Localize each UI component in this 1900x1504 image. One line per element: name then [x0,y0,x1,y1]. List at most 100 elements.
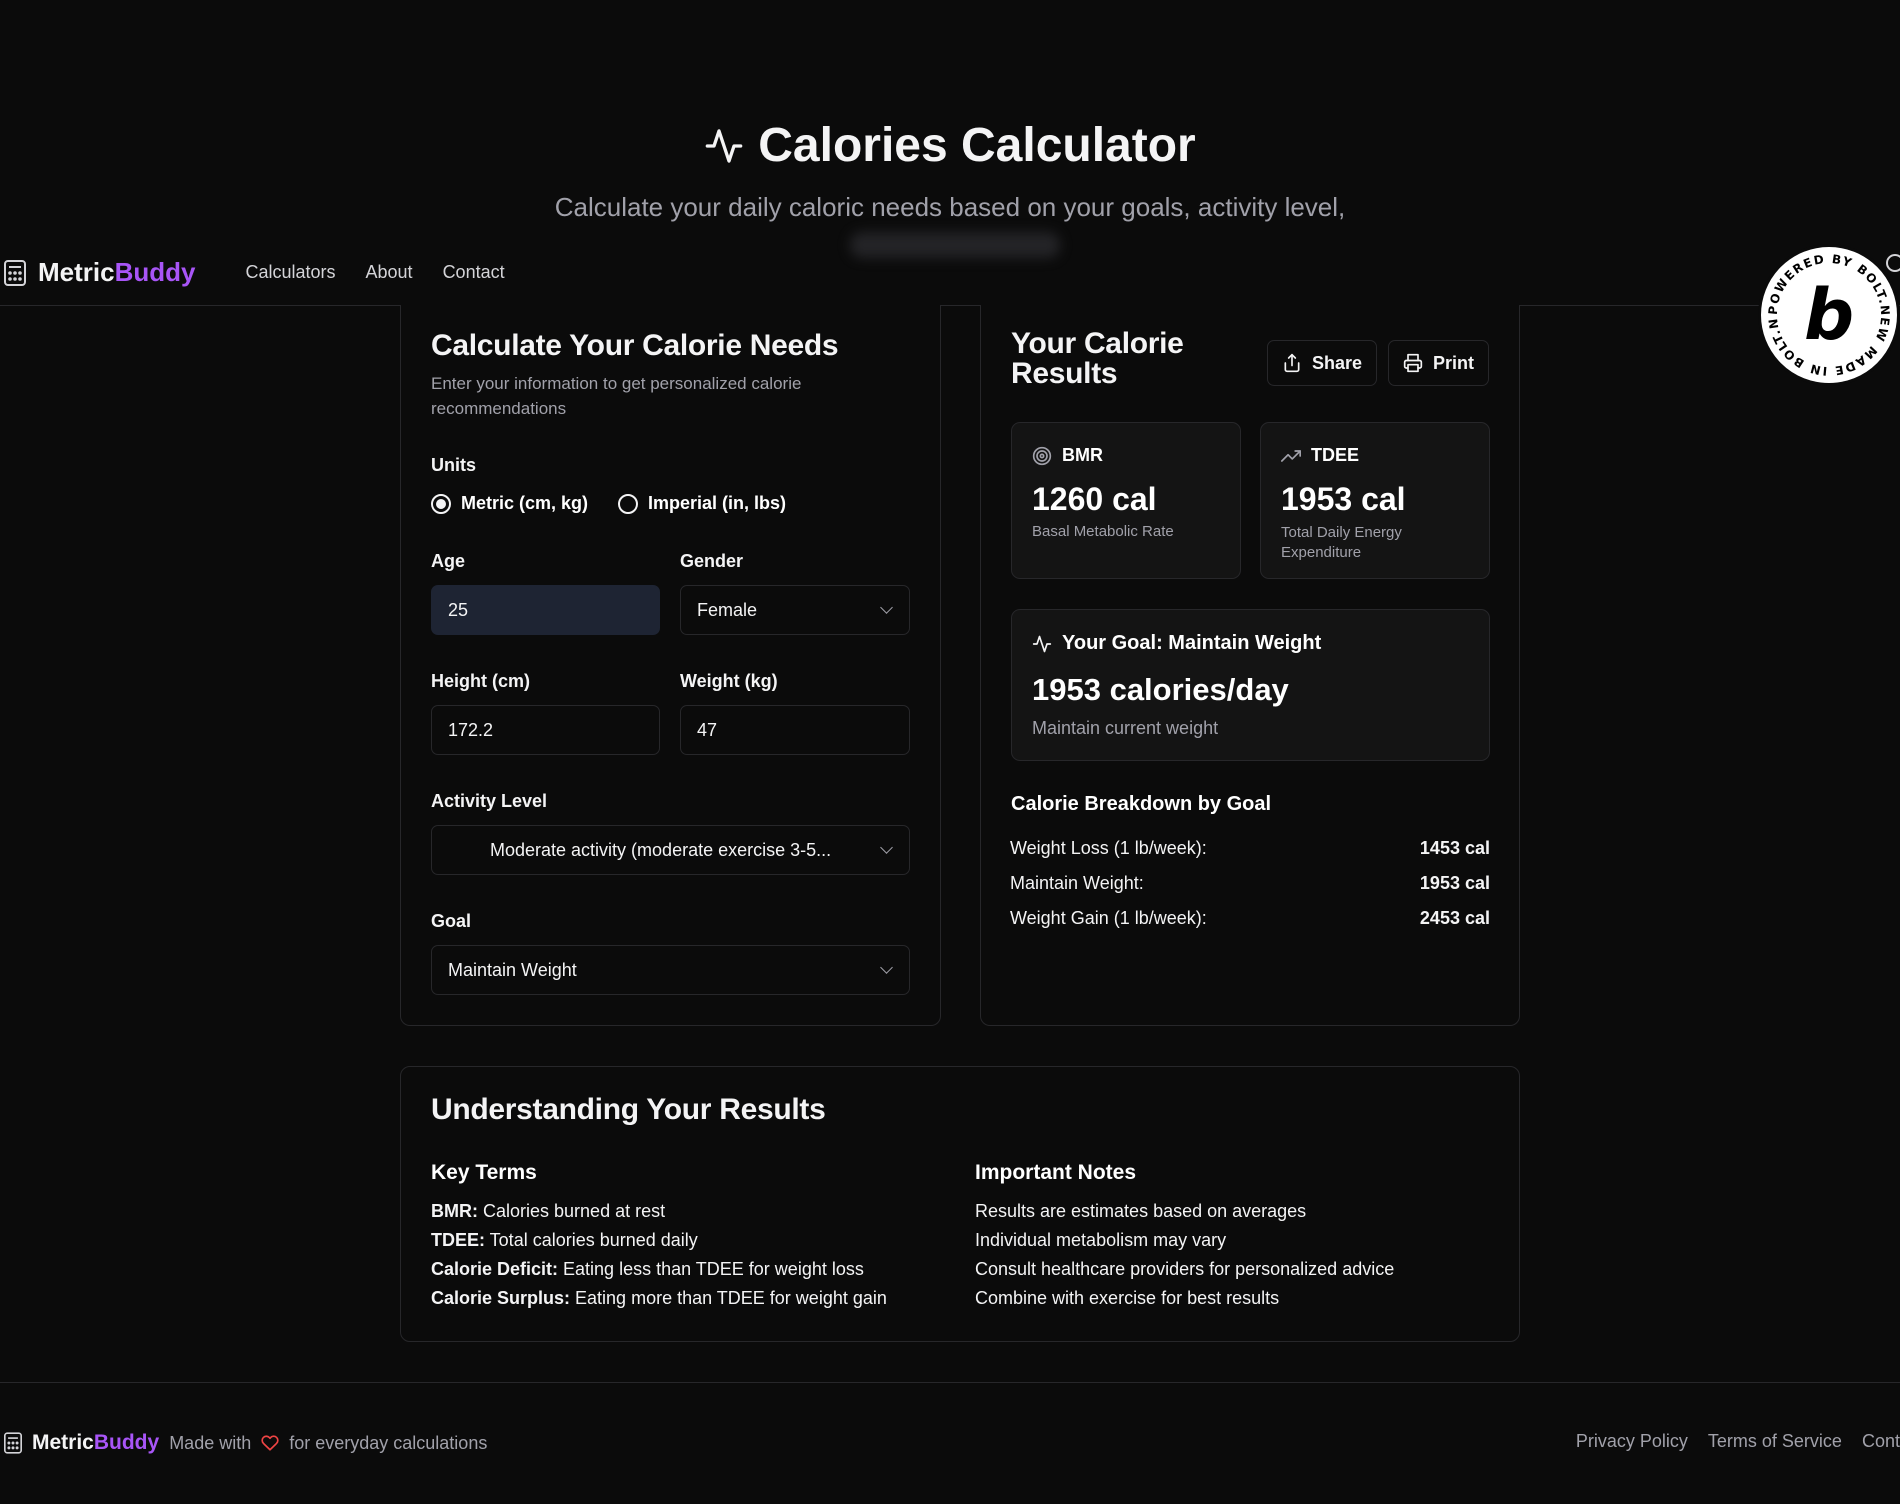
footer: MetricBuddy Made with for everyday calcu… [0,1382,1900,1504]
goal-label: Goal [431,911,472,931]
note-item: Individual metabolism may vary [975,1230,1227,1250]
results-title-line2: Results [1011,357,1118,390]
nav-links: Calculators About Contact [245,262,504,283]
footer-links: Privacy Policy Terms of Service Conta [1576,1431,1900,1452]
target-icon [1032,446,1052,465]
brand-name-part1: Metric [38,257,115,287]
page-title: Calories Calculator [0,118,1900,173]
key-terms-list: BMR: Calories burned at rest TDEE: Total… [431,1201,887,1317]
contact-link[interactable]: Conta [1862,1431,1900,1452]
brand-name-part2: Buddy [114,257,196,287]
footer-made-with: Made with [169,1432,252,1453]
breakdown-row-weight-gain: Weight Gain (1 lb/week): 2453 cal [1010,908,1490,929]
share-button[interactable]: Share [1267,340,1378,386]
key-term-definition: Eating less than TDEE for weight loss [558,1259,864,1279]
unit-imperial-option[interactable]: Imperial (in, lbs) [618,493,786,514]
share-icon [1284,353,1300,373]
key-term: Calorie Surplus: [431,1288,571,1308]
key-term-item: Calorie Surplus: Eating more than TDEE f… [431,1288,887,1309]
breakdown-row-maintain: Maintain Weight: 1953 cal [1010,873,1490,894]
goal-result-value: 1953 calories/day [1032,672,1289,707]
gender-select[interactable]: Female [680,585,910,635]
goal-select[interactable]: Maintain Weight [431,945,910,995]
key-term-definition: Calories burned at rest [478,1201,666,1221]
calculator-form-card: Calculate Your Calorie Needs Enter your … [400,305,941,1026]
page-title-text: Calories Calculator [758,119,1196,172]
height-label: Height (cm) [431,671,530,691]
calculator-icon [4,1432,22,1454]
nav-calculators[interactable]: Calculators [245,262,335,283]
breakdown-title: Calorie Breakdown by Goal [1011,793,1272,815]
height-value: 172.2 [448,719,494,740]
badge-text: POWERED BY BOLT.NEW MADE IN BOLT.NEW [1761,247,1891,378]
share-label: Share [1312,352,1363,373]
chevron-down-icon [880,841,893,854]
footer-brand-part2: Buddy [93,1431,160,1454]
results-title: Your Calorie Results [1011,329,1184,389]
key-term-definition: Eating more than TDEE for weight gain [570,1288,887,1308]
tdee-description-line1: Total Daily Energy [1281,524,1402,541]
important-notes-list: Results are estimates based on averages … [975,1201,1394,1317]
height-input[interactable]: 172.2 [431,705,660,755]
activity-level-label: Activity Level [431,791,548,811]
tdee-stat-box: TDEE 1953 cal Total Daily Energy Expendi… [1260,422,1490,579]
badge-ring-text: POWERED BY BOLT.NEW MADE IN BOLT.NEW [1761,247,1892,378]
breakdown-label: Maintain Weight: [1010,873,1144,893]
key-term: BMR: [431,1201,478,1221]
unit-imperial-radio[interactable] [618,493,639,514]
breakdown-value: 2453 cal [1419,908,1490,928]
weight-label: Weight (kg) [680,671,778,691]
activity-level-select[interactable]: Moderate activity (moderate exercise 3-5… [431,825,910,875]
svg-text:POWERED BY BOLT.NEW MADE IN BO: POWERED BY BOLT.NEW MADE IN BOLT.NEW [1761,247,1892,378]
age-label: Age [431,551,466,571]
activity-level-value: Moderate activity (moderate exercise 3-5… [490,839,832,860]
bmr-value: 1260 cal [1032,481,1157,517]
goal-result-label: Your Goal: Maintain Weight [1062,632,1322,654]
key-term: TDEE: [431,1230,485,1250]
top-navigation: MetricBuddy Calculators About Contact [0,240,1900,306]
gender-label: Gender [680,551,744,571]
key-term-item: BMR: Calories burned at rest [431,1201,887,1222]
goal-result-description: Maintain current weight [1032,718,1219,738]
age-input[interactable]: 25 [431,585,660,635]
key-terms-title: Key Terms [431,1161,537,1184]
key-term-item: Calorie Deficit: Eating less than TDEE f… [431,1259,887,1280]
goal-result-box: Your Goal: Maintain Weight 1953 calories… [1011,609,1490,761]
heart-icon [261,1435,279,1451]
nav-about[interactable]: About [366,262,413,283]
units-label: Units [431,455,476,475]
trending-up-icon [1281,449,1301,462]
printer-icon [1403,353,1423,373]
unit-metric-radio[interactable] [431,493,451,514]
activity-icon [705,128,743,163]
powered-by-bolt-badge[interactable]: POWERED BY BOLT.NEW MADE IN BOLT.NEW b [1758,244,1900,386]
breakdown-value: 1453 cal [1419,838,1490,858]
note-item: Results are estimates based on averages [975,1201,1307,1221]
nav-contact[interactable]: Contact [443,262,505,283]
privacy-policy-link[interactable]: Privacy Policy [1576,1431,1688,1452]
brand-logo[interactable]: MetricBuddy [4,257,195,288]
breakdown-label: Weight Gain (1 lb/week): [1010,908,1207,928]
results-title-line1: Your Calorie [1011,327,1184,360]
key-term-definition: Total calories burned daily [485,1230,698,1250]
note-item: Combine with exercise for best results [975,1288,1280,1308]
footer-brand-part1: Metric [32,1431,94,1454]
activity-icon [1032,635,1052,652]
gender-value: Female [697,599,758,620]
footer-brand-name[interactable]: MetricBuddy [32,1431,159,1455]
terms-of-service-link[interactable]: Terms of Service [1708,1431,1842,1452]
units-radio-group: Metric (cm, kg) Imperial (in, lbs) [431,493,786,514]
unit-imperial-label: Imperial (in, lbs) [648,493,787,513]
breakdown-row-weight-loss: Weight Loss (1 lb/week): 1453 cal [1010,838,1490,859]
tdee-label: TDEE [1311,445,1360,465]
note-item: Consult healthcare providers for persona… [975,1259,1395,1279]
bmr-stat-box: BMR 1260 cal Basal Metabolic Rate [1011,422,1241,579]
understanding-title: Understanding Your Results [431,1093,826,1126]
chevron-down-icon [880,961,893,974]
tdee-description: Total Daily Energy Expenditure [1281,523,1402,563]
print-button[interactable]: Print [1388,340,1490,386]
goal-value: Maintain Weight [448,959,577,980]
tdee-value: 1953 cal [1281,481,1406,517]
weight-input[interactable]: 47 [680,705,910,755]
unit-metric-option[interactable]: Metric (cm, kg) [431,493,588,514]
